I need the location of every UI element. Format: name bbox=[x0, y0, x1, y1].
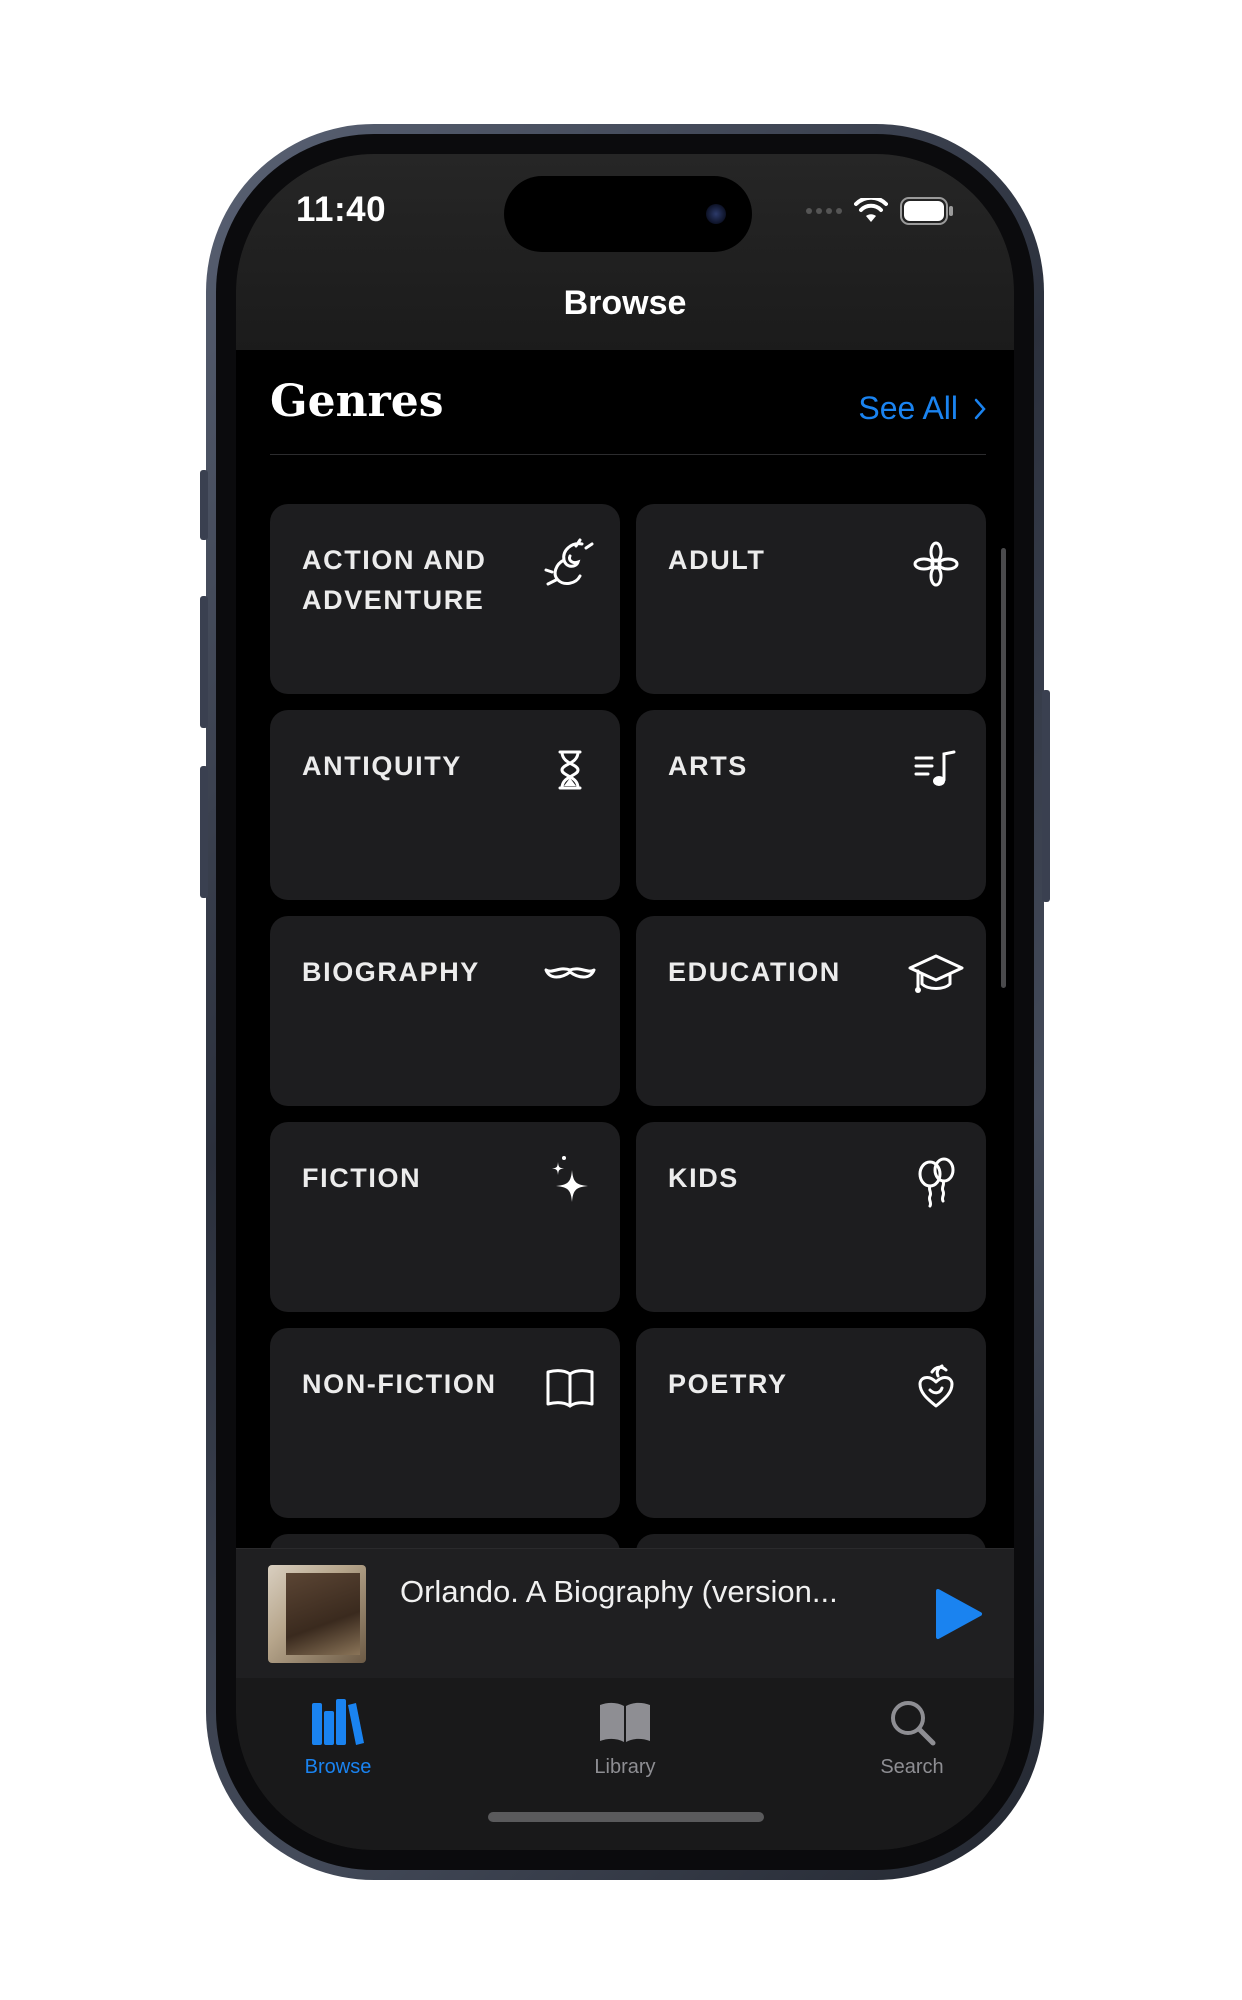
tab-label: Library bbox=[594, 1756, 656, 1778]
genre-tile-kids[interactable]: KIDS bbox=[636, 1122, 986, 1312]
sparkles-icon bbox=[542, 1154, 598, 1210]
genre-tile-biography[interactable]: BIOGRAPHY bbox=[270, 916, 620, 1106]
album-cover bbox=[268, 1565, 366, 1663]
status-icons bbox=[806, 196, 954, 226]
balloons-icon bbox=[908, 1154, 964, 1210]
see-all-button[interactable]: See All bbox=[858, 390, 986, 427]
genre-tile-non-fiction[interactable]: NON-FICTION bbox=[270, 1328, 620, 1518]
books-icon bbox=[312, 1699, 364, 1745]
tab-label: Search bbox=[880, 1756, 944, 1778]
home-indicator bbox=[488, 1812, 764, 1822]
mustache-icon bbox=[542, 948, 598, 1004]
genre-grid: ACTION AND ADVENTURE ADULT ANTIQUITY ART… bbox=[270, 504, 986, 1594]
open-book-icon bbox=[542, 1360, 598, 1416]
camera-lens bbox=[706, 204, 726, 224]
play-icon bbox=[936, 1589, 982, 1639]
dragon-icon bbox=[542, 536, 598, 592]
genre-label: ACTION AND ADVENTURE bbox=[302, 545, 487, 615]
power-button bbox=[1042, 690, 1050, 902]
section-title: Genres bbox=[270, 376, 444, 427]
genre-label: ARTS bbox=[668, 751, 748, 781]
chevron-right-icon bbox=[974, 398, 986, 419]
tab-library[interactable]: Library bbox=[535, 1694, 715, 1794]
battery-icon bbox=[900, 197, 953, 225]
play-button[interactable] bbox=[930, 1587, 984, 1641]
tab-search[interactable]: Search bbox=[822, 1694, 1002, 1794]
genre-label: KIDS bbox=[668, 1163, 739, 1193]
genre-tile-poetry[interactable]: POETRY bbox=[636, 1328, 986, 1518]
section-divider bbox=[270, 454, 986, 455]
genre-tile-fiction[interactable]: FICTION bbox=[270, 1122, 620, 1312]
scroll-indicator[interactable] bbox=[1001, 548, 1006, 988]
genre-label: NON-FICTION bbox=[302, 1369, 497, 1399]
genre-label: EDUCATION bbox=[668, 957, 841, 987]
tab-browse[interactable]: Browse bbox=[248, 1694, 428, 1794]
search-icon bbox=[891, 1701, 936, 1746]
see-all-label: See All bbox=[858, 390, 958, 426]
tab-bar: Browse Library Search bbox=[236, 1678, 1014, 1850]
action-button bbox=[200, 470, 208, 540]
tab-label: Browse bbox=[304, 1756, 372, 1778]
volume-up-button bbox=[200, 596, 208, 728]
now-playing-title: Orlando. A Biography (version... bbox=[400, 1574, 838, 1609]
dynamic-island bbox=[504, 176, 752, 252]
volume-down-button bbox=[200, 766, 208, 898]
wifi-icon bbox=[854, 198, 888, 222]
graduation-cap-icon bbox=[908, 948, 964, 1004]
genre-tile-antiquity[interactable]: ANTIQUITY bbox=[270, 710, 620, 900]
mini-player[interactable]: Orlando. A Biography (version... bbox=[236, 1548, 1014, 1678]
genre-label: FICTION bbox=[302, 1163, 422, 1193]
genre-label: BIOGRAPHY bbox=[302, 957, 480, 987]
heart-flourish-icon bbox=[908, 1360, 964, 1416]
genre-label: ANTIQUITY bbox=[302, 751, 462, 781]
status-time: 11:40 bbox=[296, 190, 387, 229]
hourglass-icon bbox=[542, 742, 598, 798]
genre-label: POETRY bbox=[668, 1369, 788, 1399]
genre-tile-adult[interactable]: ADULT bbox=[636, 504, 986, 694]
music-note-icon bbox=[908, 742, 964, 798]
nav-title: Browse bbox=[563, 284, 687, 322]
flower-icon bbox=[908, 536, 964, 592]
genre-tile-action-and-adventure[interactable]: ACTION AND ADVENTURE bbox=[270, 504, 620, 694]
signal-icon bbox=[806, 208, 842, 214]
genre-label: ADULT bbox=[668, 545, 766, 575]
genre-tile-education[interactable]: EDUCATION bbox=[636, 916, 986, 1106]
genre-tile-arts[interactable]: ARTS bbox=[636, 710, 986, 900]
library-book-icon bbox=[600, 1702, 650, 1742]
screen: 11:40 Browse Genres See All ACTION AND A… bbox=[236, 154, 1014, 1850]
